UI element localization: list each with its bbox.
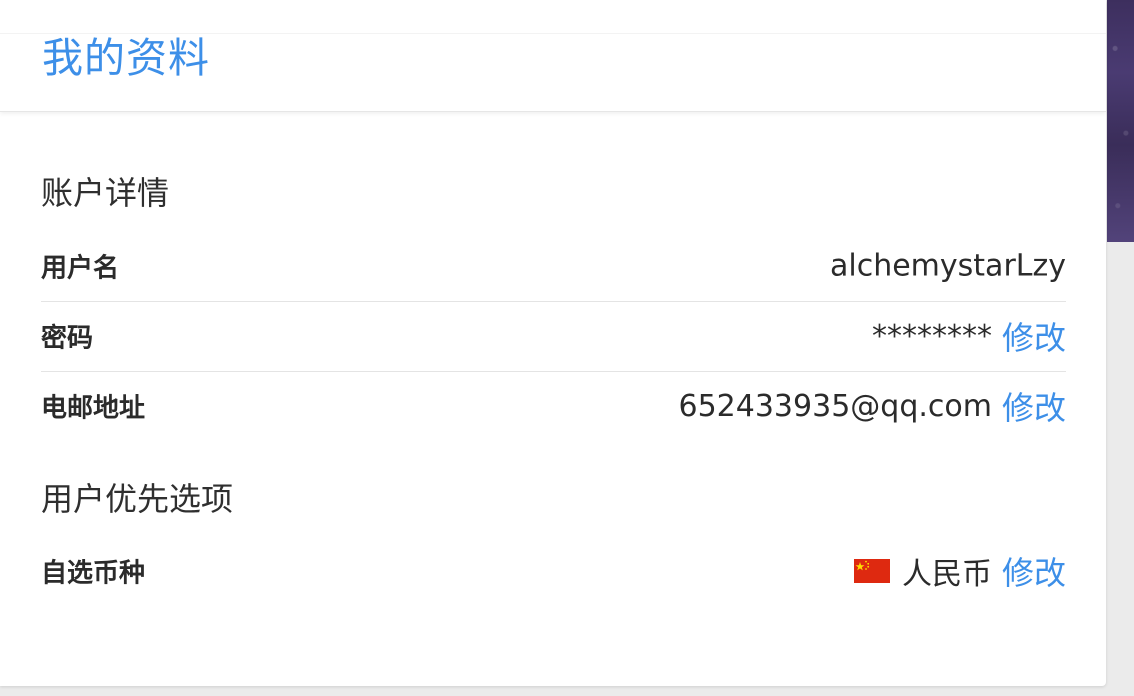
edit-currency-link[interactable]: 修改: [1002, 548, 1066, 594]
password-value: ********: [871, 318, 992, 354]
username-value-group: alchemystarLzy: [830, 249, 1066, 284]
currency-value-group: 人民币 修改: [853, 548, 1066, 594]
username-value: alchemystarLzy: [830, 248, 1066, 284]
row-password: 密码 ******** 修改: [41, 301, 1066, 372]
china-flag-icon: [853, 559, 890, 583]
row-username: 用户名 alchemystarLzy: [41, 231, 1066, 302]
password-label: 密码: [41, 323, 94, 354]
password-value-group: ******** 修改: [872, 313, 1066, 359]
currency-value: 人民币: [901, 557, 992, 592]
username-label: 用户名: [41, 253, 120, 284]
profile-card: 我的资料 账户详情 用户名 alchemystarLzy 密码 ********…: [0, 0, 1106, 686]
section-title-preferences: 用户优先选项: [41, 480, 234, 518]
email-label: 电邮地址: [41, 393, 146, 424]
page-title: 我的资料: [42, 34, 210, 82]
currency-label: 自选币种: [41, 558, 146, 589]
section-title-account-details: 账户详情: [41, 174, 170, 212]
edit-password-link[interactable]: 修改: [1002, 313, 1066, 359]
row-email: 电邮地址 652433935@qq.com 修改: [41, 371, 1066, 441]
row-currency: 自选币种 人民币 修改: [41, 536, 1066, 606]
email-value: 652433935@qq.com: [678, 388, 992, 424]
edit-email-link[interactable]: 修改: [1002, 383, 1066, 429]
email-value-group: 652433935@qq.com 修改: [679, 383, 1067, 429]
card-header: 我的资料: [0, 0, 1106, 112]
background-image-edge: [1107, 0, 1134, 242]
